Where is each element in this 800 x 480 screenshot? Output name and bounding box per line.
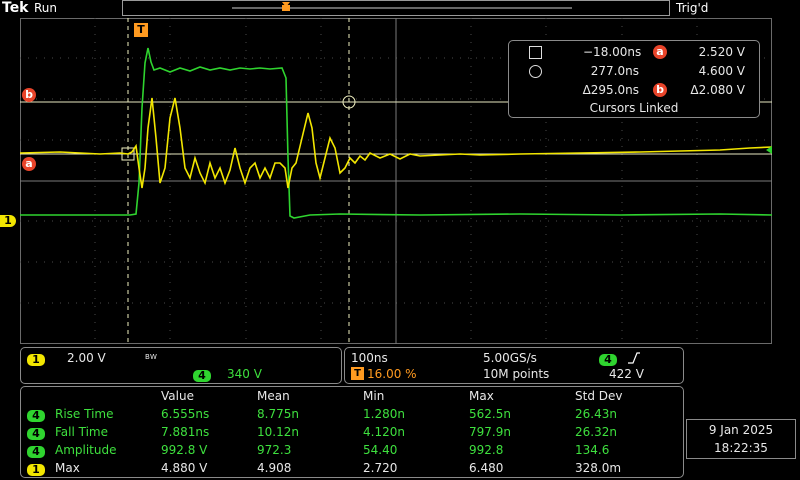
trigger-position[interactable]: 16.00 % (367, 367, 417, 381)
meas-value: 4.880 V (161, 461, 208, 475)
ch1-scale[interactable]: 2.00 V (67, 351, 106, 365)
meas-name: Rise Time (55, 407, 114, 421)
acquisition-state[interactable]: Run (34, 1, 57, 15)
cursor-delta-time: Δ295.0ns (582, 83, 639, 97)
timebase-trigger-panel[interactable]: 100ns 5.00GS/s 4 T 16.00 % 10M points 42… (344, 347, 684, 384)
cursors-linked-label: Cursors Linked (589, 101, 679, 115)
meas-std-dev: 26.43n (575, 407, 617, 421)
meas-value: 6.555ns (161, 407, 210, 421)
meas-std-dev: 26.32n (575, 425, 617, 439)
trigger-source-wrap[interactable]: 4 (599, 352, 617, 366)
ch1-badge-wrap[interactable]: 1 (27, 352, 45, 366)
table-row[interactable]: 4 Amplitude 992.8 V 972.3 54.40 992.8 13… (21, 443, 683, 461)
top-status-bar: Tek Run Trig'd (0, 0, 800, 18)
meas-header-std-dev: Std Dev (575, 389, 623, 403)
ch4-badge: 4 (193, 370, 211, 382)
brand-logo: Tek (2, 0, 29, 16)
meas-std-dev: 328.0m (575, 461, 622, 475)
meas-value: 992.8 V (161, 443, 208, 457)
trigger-status: Trig'd (676, 1, 709, 15)
table-row[interactable]: 4 Fall Time 7.881ns 10.12n 4.120n 797.9n… (21, 425, 683, 443)
meas-mean: 4.908 (257, 461, 292, 475)
ch1-marker-badge: 1 (0, 215, 16, 227)
cursor-a-ref-badge: a (653, 45, 667, 59)
trigger-level[interactable]: 422 V (609, 367, 644, 381)
cursor-a-ref-icon: a (653, 44, 667, 59)
cursor-b-ref-badge: b (653, 83, 667, 97)
horizontal-scale[interactable]: 100ns (351, 351, 388, 365)
meas-channel-badge: 4 (27, 428, 45, 440)
meas-name: Max (55, 461, 80, 475)
meas-channel-badge: 4 (27, 410, 45, 422)
ch4-scale[interactable]: 340 V (227, 367, 262, 381)
meas-mean: 10.12n (257, 425, 299, 439)
date-label: 9 Jan 2025 (708, 423, 774, 437)
trigger-position-icon: T (351, 367, 364, 380)
bandwidth-limit-icon: B W (145, 353, 157, 361)
ch1-ground-marker[interactable]: 1 (0, 209, 16, 228)
datetime-panel[interactable]: 9 Jan 2025 18:22:35 (686, 419, 796, 459)
sample-rate: 5.00GS/s (483, 351, 537, 365)
meas-max: 992.8 (469, 443, 504, 457)
table-row[interactable]: 4 Rise Time 6.555ns 8.775n 1.280n 562.5n… (21, 407, 683, 425)
trigger-position-marker[interactable]: T (134, 18, 148, 37)
meas-channel-badge: 1 (27, 464, 45, 476)
meas-value: 7.881ns (161, 425, 210, 439)
time-label: 18:22:35 (714, 441, 768, 455)
meas-name: Fall Time (55, 425, 109, 439)
ref-b-marker[interactable]: b (22, 83, 36, 102)
cursor-b-time: 277.0ns (590, 64, 639, 78)
cursor-b-circle-icon (529, 65, 542, 78)
meas-mean: 8.775n (257, 407, 299, 421)
meas-header-value: Value (161, 389, 194, 403)
trigger-marker-badge: T (134, 23, 148, 37)
table-row[interactable]: 1 Max 4.880 V 4.908 2.720 6.480 328.0m (21, 461, 683, 479)
cursor-a-time: −18.00ns (583, 45, 642, 59)
cursor-delta-volt: Δ2.080 V (690, 83, 745, 97)
meas-min: 54.40 (363, 443, 398, 457)
cursor-a-square-icon (529, 46, 542, 59)
record-length[interactable]: 10M points (483, 367, 549, 381)
meas-min: 2.720 (363, 461, 398, 475)
ref-b-badge: b (22, 88, 36, 102)
meas-max: 562.5n (469, 407, 511, 421)
measurements-panel[interactable]: Value Mean Min Max Std Dev 4 Rise Time 6… (20, 386, 684, 478)
meas-header-mean: Mean (257, 389, 290, 403)
meas-name: Amplitude (55, 443, 117, 457)
meas-channel-badge: 4 (27, 446, 45, 458)
meas-header-min: Min (363, 389, 385, 403)
meas-min: 4.120n (363, 425, 405, 439)
cursor-readout-panel[interactable]: −18.00ns a 2.520 V 277.0ns 4.600 V Δ295.… (508, 40, 760, 118)
cursor-a-volt: 2.520 V (698, 45, 745, 59)
record-view-bar[interactable] (122, 0, 670, 16)
meas-min: 1.280n (363, 407, 405, 421)
meas-max: 6.480 (469, 461, 504, 475)
ref-a-marker[interactable]: a (22, 152, 36, 171)
record-view-graphic (232, 2, 572, 11)
cursor-b-ref-icon: b (653, 82, 667, 97)
meas-std-dev: 134.6 (575, 443, 610, 457)
ch4-badge-wrap[interactable]: 4 (193, 368, 211, 382)
ch1-badge: 1 (27, 354, 45, 366)
meas-mean: 972.3 (257, 443, 292, 457)
meas-max: 797.9n (469, 425, 511, 439)
meas-header-max: Max (469, 389, 494, 403)
ref-a-badge: a (22, 157, 36, 171)
rising-edge-icon (628, 352, 640, 364)
trigger-source-badge: 4 (599, 354, 617, 366)
channel-scale-panel[interactable]: 1 2.00 V B W 4 340 V (20, 347, 342, 384)
cursor-b-volt: 4.600 V (698, 64, 745, 78)
